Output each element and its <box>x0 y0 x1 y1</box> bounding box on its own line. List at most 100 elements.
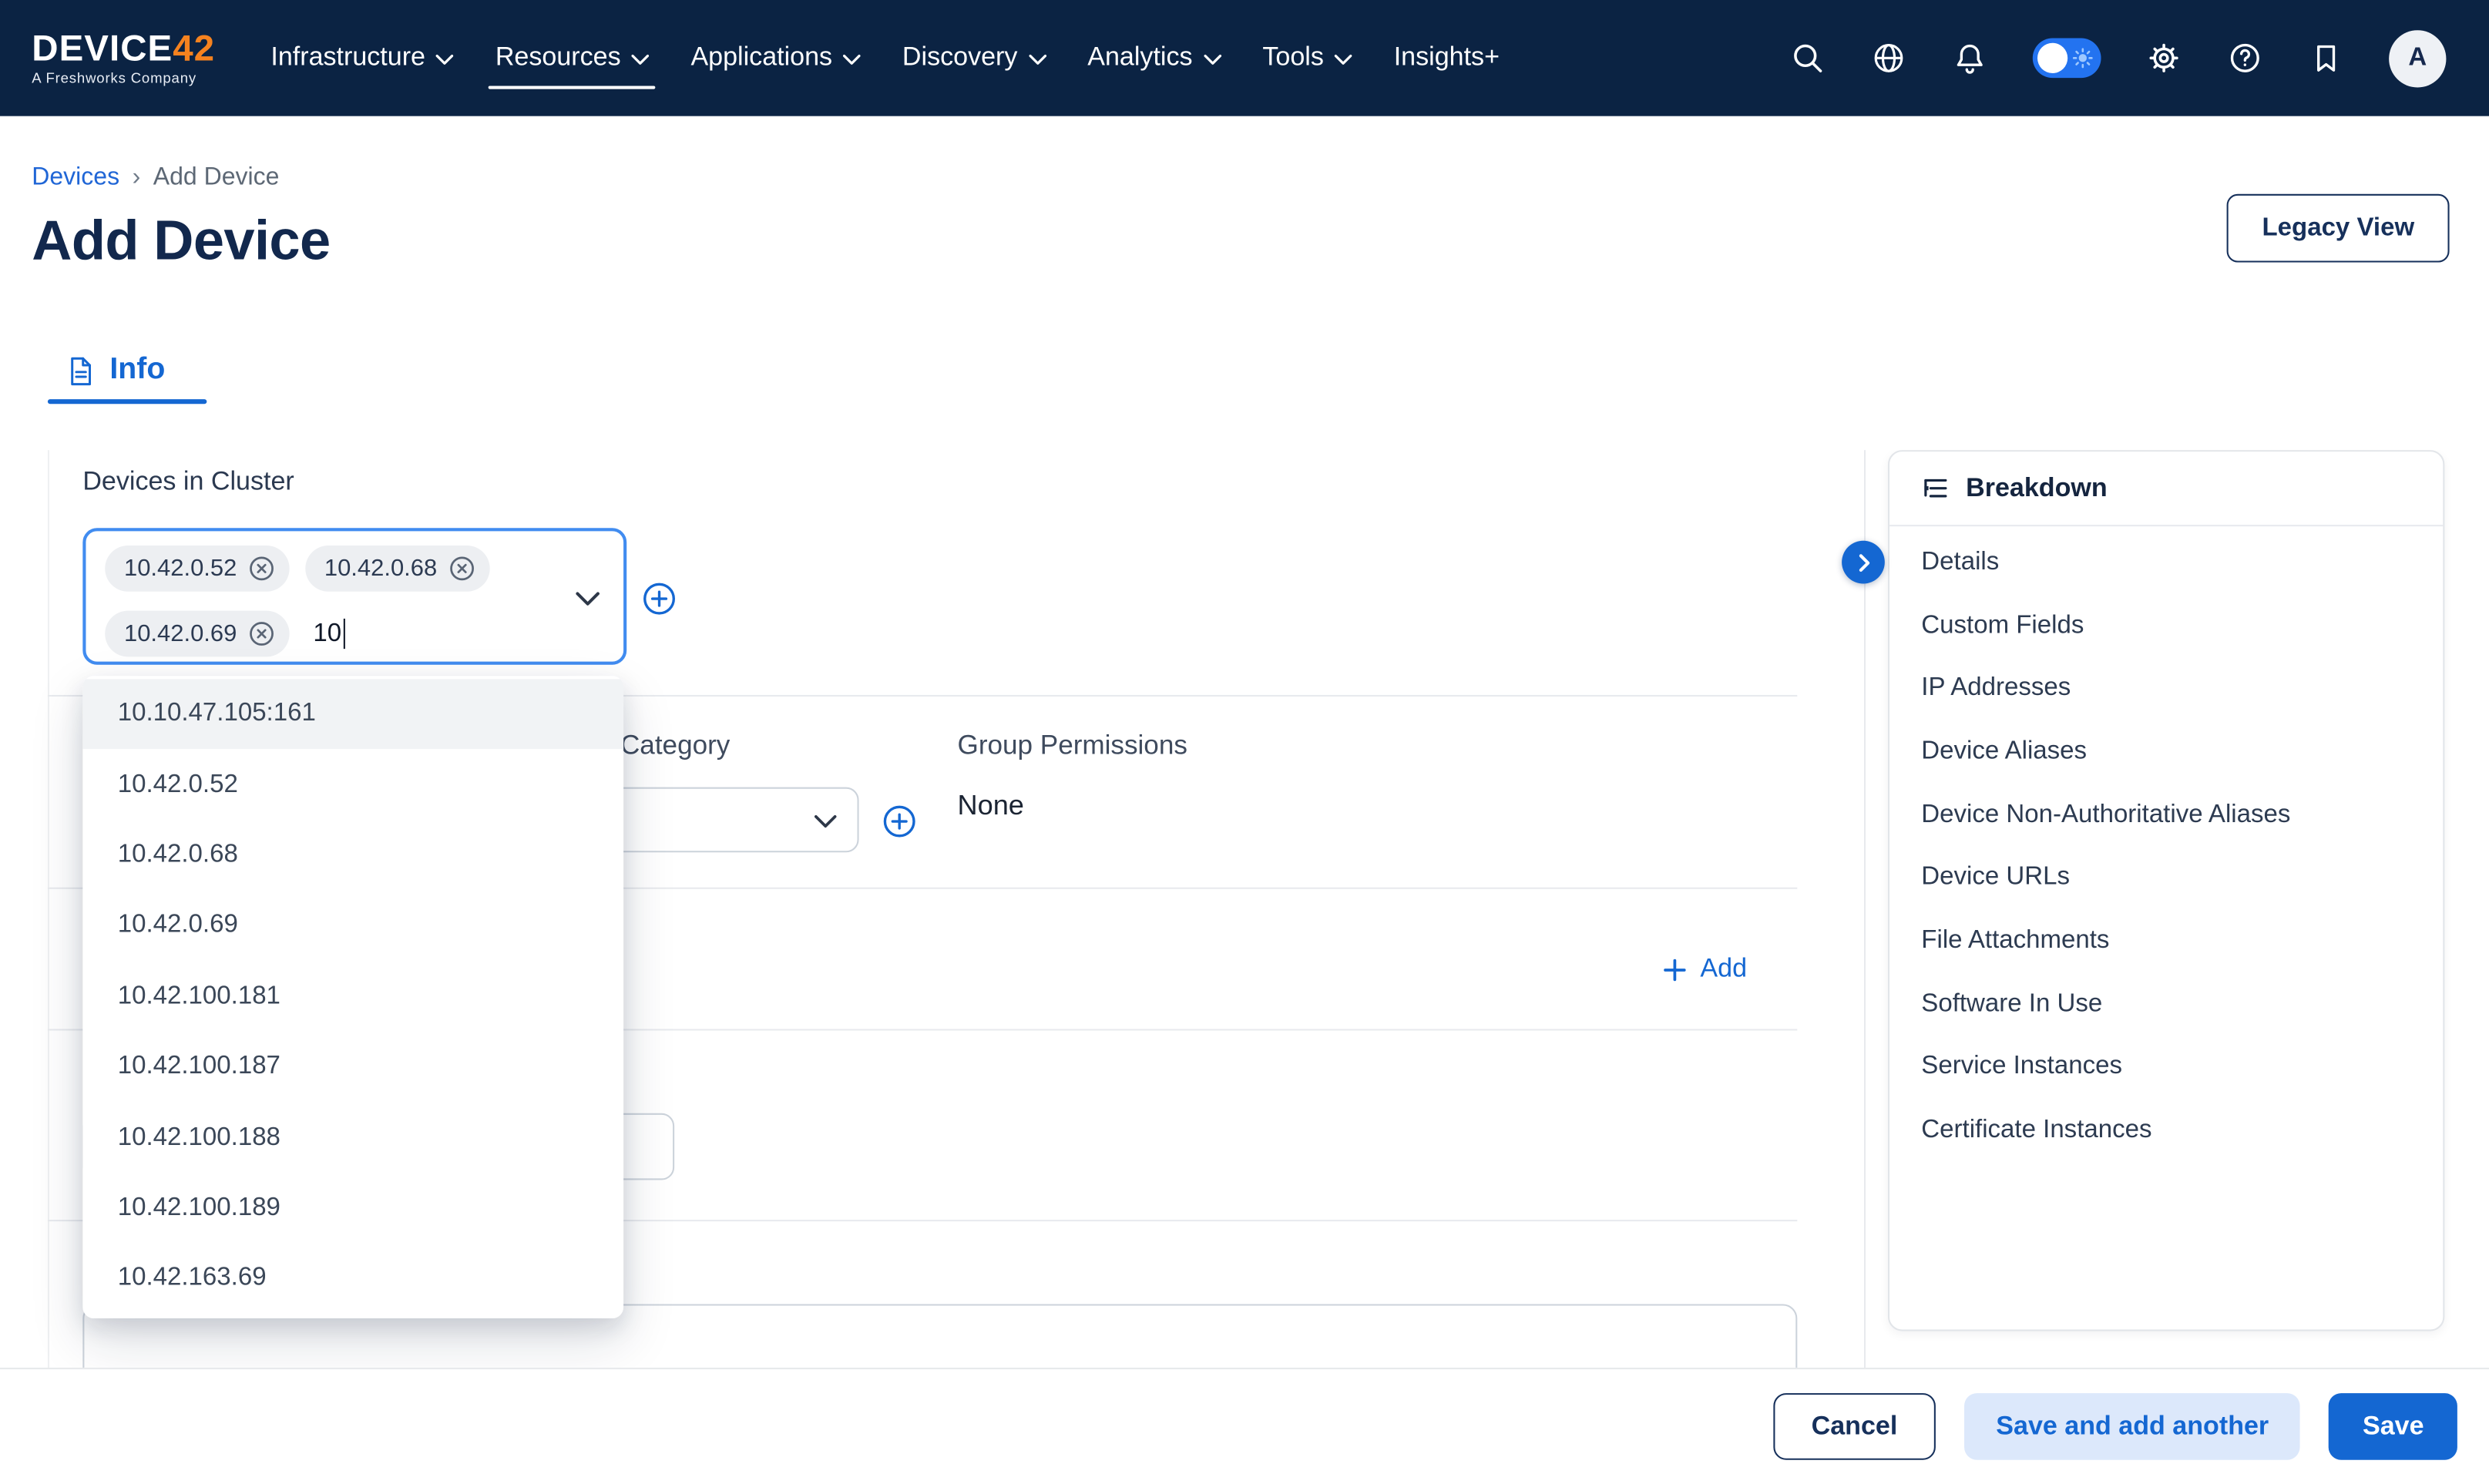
group-permissions-label: Group Permissions <box>958 730 1187 761</box>
content-vertical-divider <box>1864 450 1866 1368</box>
top-navigation-bar: DEVICE42 A Freshworks Company Infrastruc… <box>0 0 2489 116</box>
nav-item-infrastructure[interactable]: Infrastructure <box>250 0 475 116</box>
breakdown-list-tree-icon <box>1921 474 1950 502</box>
add-button-label: Add <box>1700 954 1747 984</box>
chevron-down-icon <box>1204 54 1221 65</box>
remove-chip-icon[interactable] <box>448 555 475 582</box>
logo-text-primary: DEVICE <box>32 27 173 69</box>
breakdown-item-device-non-authoritative-aliases[interactable]: Device Non-Authoritative Aliases <box>1889 784 2443 847</box>
devices-in-cluster-multiselect[interactable]: 10.42.0.52 10.42.0.68 10.42.0.69 10 <box>82 528 626 665</box>
breakdown-item-software-in-use[interactable]: Software In Use <box>1889 973 2443 1036</box>
dropdown-option[interactable]: 10.42.100.181 <box>82 962 623 1032</box>
chevron-down-icon <box>632 54 650 65</box>
nav-item-applications[interactable]: Applications <box>670 0 882 116</box>
breakdown-title: Breakdown <box>1966 473 2108 503</box>
breakdown-item-service-instances[interactable]: Service Instances <box>1889 1036 2443 1100</box>
dropdown-option[interactable]: 10.42.0.52 <box>82 750 623 821</box>
device-chip: 10.42.0.68 <box>305 546 489 592</box>
device-options-dropdown: 10.10.47.105:161 10.42.0.52 10.42.0.68 1… <box>82 676 623 1318</box>
tab-info[interactable]: Info <box>48 342 200 399</box>
content-card-border <box>48 450 49 1368</box>
theme-toggle[interactable] <box>2033 39 2101 79</box>
dropdown-option[interactable]: 10.42.100.189 <box>82 1173 623 1244</box>
chip-label: 10.42.0.52 <box>124 555 237 582</box>
dropdown-option[interactable]: 10.42.0.69 <box>82 891 623 962</box>
nav-item-analytics[interactable]: Analytics <box>1066 0 1241 116</box>
breadcrumb-separator: › <box>133 164 141 193</box>
settings-gear-icon[interactable] <box>2145 40 2182 76</box>
legacy-view-button[interactable]: Legacy View <box>2227 194 2449 263</box>
collapse-panel-button[interactable] <box>1842 541 1885 584</box>
add-button[interactable]: Add <box>1664 954 1747 984</box>
chevron-down-icon[interactable] <box>576 592 600 606</box>
remove-chip-icon[interactable] <box>248 555 275 582</box>
nav-item-label: Infrastructure <box>270 43 425 73</box>
breakdown-item-device-aliases[interactable]: Device Aliases <box>1889 720 2443 784</box>
add-device-circle-icon[interactable] <box>641 580 677 616</box>
primary-nav: Infrastructure Resources Applications Di… <box>250 0 1520 116</box>
breakdown-header: Breakdown <box>1889 452 2443 526</box>
logo-tagline: A Freshworks Company <box>32 72 215 86</box>
plus-icon <box>1664 959 1686 981</box>
save-button[interactable]: Save <box>2329 1393 2457 1460</box>
chevron-right-icon <box>1857 552 1870 572</box>
nav-item-tools[interactable]: Tools <box>1242 0 1373 116</box>
nav-item-resources[interactable]: Resources <box>475 0 670 116</box>
nav-item-label: Discovery <box>902 43 1018 73</box>
device-chip: 10.42.0.52 <box>105 546 289 592</box>
breadcrumb: Devices › Add Device <box>32 164 279 193</box>
dropdown-option[interactable]: 10.42.100.187 <box>82 1032 623 1103</box>
nav-item-label: Resources <box>495 43 621 73</box>
chevron-down-icon <box>1029 54 1046 65</box>
chevron-down-icon <box>1335 54 1352 65</box>
header-actions: A <box>1789 29 2489 86</box>
help-icon[interactable] <box>2227 40 2263 76</box>
dropdown-option[interactable]: 10.42.0.68 <box>82 821 623 891</box>
breakdown-item-certificate-instances[interactable]: Certificate Instances <box>1889 1100 2443 1163</box>
chip-label: 10.42.0.68 <box>324 555 437 582</box>
bookmark-icon[interactable] <box>2308 40 2344 76</box>
dropdown-option[interactable]: 10.42.163.69 <box>82 1244 623 1314</box>
devices-in-cluster-label: Devices in Cluster <box>82 468 294 498</box>
sun-icon <box>2071 46 2094 70</box>
nav-item-insights[interactable]: Insights+ <box>1373 0 1520 116</box>
logo-text: DEVICE42 <box>32 30 215 66</box>
cancel-button[interactable]: Cancel <box>1773 1393 1936 1460</box>
search-icon[interactable] <box>1789 40 1826 76</box>
typed-value: 10 <box>313 619 341 648</box>
user-avatar[interactable]: A <box>2389 29 2446 86</box>
logo-text-accent: 42 <box>173 27 215 69</box>
nav-item-label: Insights+ <box>1394 43 1500 73</box>
nav-item-label: Analytics <box>1087 43 1192 73</box>
selected-chips: 10.42.0.52 10.42.0.68 10.42.0.69 10 <box>86 531 623 671</box>
page-title: Add Device <box>32 210 330 274</box>
multiselect-text-input[interactable]: 10 <box>313 619 345 649</box>
nav-item-label: Tools <box>1262 43 1324 73</box>
breakdown-item-details[interactable]: Details <box>1889 531 2443 594</box>
add-category-circle-icon[interactable] <box>881 803 917 839</box>
chevron-down-icon <box>436 54 454 65</box>
form-content: Devices in Cluster 10.42.0.52 10.42.0.68… <box>0 450 2489 1368</box>
breakdown-item-custom-fields[interactable]: Custom Fields <box>1889 594 2443 657</box>
breadcrumb-current: Add Device <box>153 164 280 193</box>
device42-logo[interactable]: DEVICE42 A Freshworks Company <box>32 30 215 86</box>
save-and-add-another-button[interactable]: Save and add another <box>1964 1393 2300 1460</box>
text-caret <box>343 619 345 649</box>
notifications-bell-icon[interactable] <box>1952 40 1988 76</box>
chevron-down-icon <box>844 54 862 65</box>
chevron-down-icon <box>815 814 837 829</box>
remove-chip-icon[interactable] <box>248 620 275 647</box>
nav-item-discovery[interactable]: Discovery <box>882 0 1066 116</box>
breadcrumb-devices-link[interactable]: Devices <box>32 164 119 193</box>
breakdown-item-device-urls[interactable]: Device URLs <box>1889 847 2443 910</box>
dropdown-option[interactable]: 10.42.100.188 <box>82 1103 623 1173</box>
document-icon <box>67 354 94 387</box>
breakdown-item-file-attachments[interactable]: File Attachments <box>1889 910 2443 973</box>
chip-label: 10.42.0.69 <box>124 620 237 647</box>
globe-icon[interactable] <box>1870 40 1906 76</box>
breakdown-items: Details Custom Fields IP Addresses Devic… <box>1889 526 2443 1162</box>
breakdown-item-ip-addresses[interactable]: IP Addresses <box>1889 657 2443 720</box>
breakdown-panel: Breakdown Details Custom Fields IP Addre… <box>1888 450 2444 1331</box>
dropdown-option[interactable]: 10.10.47.105:161 <box>82 679 623 750</box>
active-tab-underline <box>48 399 207 404</box>
